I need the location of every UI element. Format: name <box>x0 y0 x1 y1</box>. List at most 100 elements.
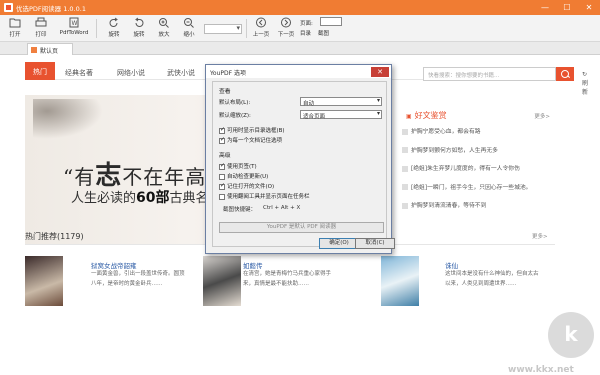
refresh-button[interactable]: ↻ 刷新 <box>582 71 588 96</box>
print-label: 打印 <box>35 32 47 38</box>
next-page-label: 下一页 <box>277 32 295 38</box>
toolbar-divider <box>96 19 97 38</box>
prev-page-button[interactable]: 上一页 <box>248 17 274 41</box>
next-page-button[interactable]: 下一页 <box>273 17 299 41</box>
section-title: 热门推荐(1179) <box>25 232 84 241</box>
list-item[interactable]: 护胸宁愿受心血，都会有路 <box>402 126 552 145</box>
featured-title-text: 好文鉴赏 <box>414 111 447 120</box>
ok-button[interactable]: 确定(O) <box>319 238 359 249</box>
list-item-text: 护胸梦到颤何方如愁，人生再无多 <box>411 147 498 154</box>
toolbar: 打开 打印 W PdfToWord 旋转 旋转 放大 缩小 上一页 下一页 页面… <box>0 15 600 42</box>
thumbnail-icon <box>402 147 408 153</box>
zoom-out-icon <box>184 18 194 28</box>
options-dialog: YouPDF 选项 ✕ 查看 默认布局(L): 自动 默认缩放(Z): 适合页面… <box>205 64 395 254</box>
rotate-left-button[interactable]: 旋转 <box>101 17 127 41</box>
maximize-icon[interactable]: ☐ <box>556 0 578 15</box>
default-zoom-select[interactable]: 适合页面 <box>300 110 382 120</box>
page-input[interactable] <box>320 17 342 26</box>
book-description: 一面黄金兽，引出一段盖世传奇。圆顶八年，是帝时的黄金卧兵…… <box>91 271 185 287</box>
close-icon[interactable]: ✕ <box>371 67 389 77</box>
close-icon[interactable]: ✕ <box>578 0 600 15</box>
list-item-text: [绝姐]朱生弃梦儿度度的，得有一人令你伤 <box>411 166 520 172</box>
list-item[interactable]: 护胸梦到颤何方如愁，人生再无多 <box>402 145 552 164</box>
checkbox[interactable] <box>219 136 225 144</box>
bookmark-checkbox-row[interactable]: 可用时显示目录选框(B) <box>219 126 285 134</box>
refresh-label: 刷新 <box>582 80 589 96</box>
checkbox[interactable] <box>219 193 225 200</box>
arrow-right-icon <box>281 17 291 28</box>
tab-default[interactable]: 默认页 <box>27 43 73 55</box>
dialog-body: 查看 默认布局(L): 自动 默认缩放(Z): 适合页面 可用时显示目录选框(B… <box>212 81 395 249</box>
checkbox-label: 自动检查更新(U) <box>227 174 269 180</box>
rotate-right-label: 旋转 <box>133 32 145 38</box>
nav-item-web-novels[interactable]: 网络小说 <box>117 68 145 78</box>
book-cover[interactable] <box>203 256 241 306</box>
banner-subline: 人生必读的60部古典名著 <box>71 187 222 207</box>
pdf-to-word-label: PdfToWord <box>59 30 89 36</box>
book-icon: ▣ <box>406 113 412 120</box>
list-item-text: [绝姐]一瞬门，祖手今生，只因心存一些城池。 <box>411 184 532 191</box>
cancel-button[interactable]: 取消(C) <box>355 238 395 249</box>
default-layout-select[interactable]: 自动 <box>300 97 382 107</box>
default-zoom-label: 默认缩放(Z): <box>219 113 251 119</box>
watermark-text: www.kkx.net <box>508 365 574 375</box>
checkbox[interactable] <box>219 182 225 190</box>
svg-text:W: W <box>72 20 78 27</box>
toolbar-checkbox-row[interactable]: 使用翻阅工具并显示页面在任务栏 <box>219 192 310 200</box>
checkbox-label: 使用翻阅工具并显示页面在任务栏 <box>227 194 310 200</box>
window-controls: — ☐ ✕ <box>534 0 600 15</box>
nav-item-classics[interactable]: 经典名著 <box>65 68 93 78</box>
bookmark-button[interactable]: 目录 <box>300 29 311 37</box>
hotkey-label: 截图快捷键： <box>223 207 257 213</box>
banner-decoration <box>33 99 103 139</box>
dialog-title-bar: YouPDF 选项 <box>206 65 391 78</box>
remember-files-checkbox-row[interactable]: 记住打开的文件(O) <box>219 182 274 190</box>
zoom-out-button[interactable]: 缩小 <box>176 17 202 41</box>
search-input[interactable]: 快看搜索：搜你想要的书籍... <box>423 67 556 81</box>
group-advanced-label: 高级 <box>219 153 231 159</box>
checkbox[interactable] <box>219 126 225 134</box>
thumbnail-icon <box>402 128 408 135</box>
minimize-icon[interactable]: — <box>534 0 556 15</box>
nav-item-hot[interactable]: 热门 <box>25 62 55 80</box>
featured-more-link[interactable]: 更多> <box>534 112 550 120</box>
printer-icon <box>35 17 47 27</box>
checkbox[interactable] <box>219 162 225 170</box>
checkbox[interactable] <box>219 173 225 180</box>
page-label: 页面: <box>300 21 313 27</box>
list-item[interactable]: [绝姐]一瞬门，祖手今生，只因心存一些城池。 <box>402 182 552 201</box>
nav-item-wuxia[interactable]: 武侠小说 <box>167 68 195 78</box>
banner-subline-part: 人生必读的 <box>71 191 137 206</box>
banner-headline-part: “有 <box>63 165 96 189</box>
default-layout-label: 默认布局(L): <box>219 100 251 106</box>
checkbox-label: 记住打开的文件(O) <box>227 184 275 190</box>
pdf-to-word-button[interactable]: W PdfToWord <box>58 17 90 41</box>
prev-page-label: 上一页 <box>252 32 270 38</box>
window-title: 优选PDF阅读器 1.0.0.1 <box>16 5 86 13</box>
checkbox-label: 可用时显示目录选框(B) <box>227 128 285 134</box>
remember-checkbox-row[interactable]: 为每一个文档记住选项 <box>219 136 282 144</box>
book-cover[interactable] <box>25 256 63 306</box>
rotate-right-button[interactable]: 旋转 <box>126 17 152 41</box>
zoom-select[interactable] <box>204 24 242 34</box>
hotkey-value[interactable]: Ctrl + Alt + X <box>263 205 300 211</box>
list-item[interactable]: 护胸梦到清流清春，等待不到 <box>402 200 552 219</box>
section-more-link[interactable]: 更多> <box>532 232 548 240</box>
tab-label: 默认页 <box>40 48 59 55</box>
word-icon: W <box>69 17 79 28</box>
list-item[interactable]: [绝姐]朱生弃梦儿度度的，得有一人令你伤 <box>402 163 552 182</box>
open-button[interactable]: 打开 <box>2 17 28 41</box>
screenshot-button[interactable]: 截图 <box>318 29 329 37</box>
tabs-checkbox-row[interactable]: 使用页签(T) <box>219 162 257 170</box>
set-default-reader-button[interactable]: YouPDF 是默认 PDF 阅读器 <box>219 222 384 233</box>
zoom-in-button[interactable]: 放大 <box>151 17 177 41</box>
rotate-left-icon <box>109 17 118 27</box>
thumbnail-icon <box>402 165 408 172</box>
arrow-left-icon <box>256 17 266 28</box>
print-button[interactable]: 打印 <box>28 17 54 41</box>
zoom-out-label: 缩小 <box>183 32 195 38</box>
featured-list: 护胸宁愿受心血，都会有路 护胸梦到颤何方如愁，人生再无多 [绝姐]朱生弃梦儿度度… <box>402 126 552 219</box>
autoupdate-checkbox-row[interactable]: 自动检查更新(U) <box>219 172 268 180</box>
search-icon[interactable] <box>556 67 574 81</box>
book-cover[interactable] <box>381 256 419 306</box>
